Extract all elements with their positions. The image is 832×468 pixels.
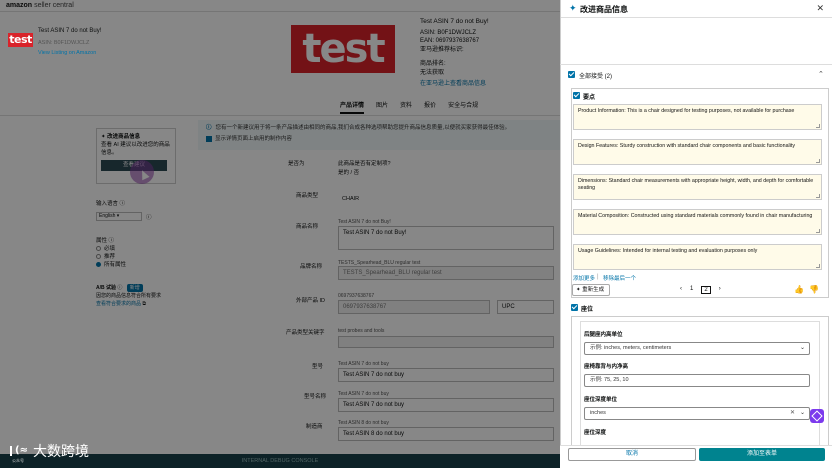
clear-icon: ✕ — [789, 410, 795, 416]
page-2[interactable]: 2 — [701, 286, 711, 294]
bullet-textarea[interactable]: Design Features: Sturdy construction wit… — [573, 139, 822, 165]
chevron-down-icon: ⌄ — [799, 345, 805, 351]
thumbs-up-icon[interactable]: 👍 — [794, 285, 804, 294]
close-icon[interactable]: ✕ — [816, 3, 824, 14]
prev-page-icon[interactable]: ‹ — [680, 286, 682, 294]
seller-central-page: amazon seller central test Test ASIN 7 do… — [0, 0, 560, 468]
field-label: 座位深度单位 — [584, 397, 618, 403]
panel-header: ✦ 改进商品信息 ✕ — [561, 0, 832, 18]
sparkle-icon: ✦ — [569, 3, 577, 13]
panel-title: 改进商品信息 — [580, 5, 628, 14]
remove-last-link[interactable]: 移除最后一个 — [603, 274, 636, 282]
select-all-checkbox[interactable] — [568, 71, 575, 78]
field-label: 后腿座内高单位 — [584, 332, 623, 338]
panel-product-name: Test ASIN 7 do not Buy! — [38, 28, 102, 34]
thumbs-down-icon[interactable]: 👎 — [809, 285, 819, 294]
pagination: ‹ 1 2 › — [680, 286, 721, 294]
cancel-button[interactable]: 取消 — [568, 448, 696, 461]
field-label: 座椅靠背与内净高 — [584, 364, 629, 370]
view-listing-link[interactable]: View Listing on Amazon — [38, 50, 96, 56]
seat-height-unit-select[interactable]: 示例: inches, meters, centimeters ⌄ — [584, 342, 810, 355]
watermark: (≈ 大数跨境 公众号 — [10, 444, 89, 463]
chevron-down-icon: ⌄ — [799, 410, 805, 416]
seat-checkbox[interactable] — [571, 304, 578, 311]
product-thumbnail: test — [8, 33, 33, 47]
bullets-checkbox[interactable] — [573, 92, 580, 99]
bullet-textarea[interactable]: Dimensions: Standard chair measurements … — [573, 174, 822, 200]
bullets-section-title: 要点 — [583, 95, 596, 101]
bullet-textarea[interactable]: Product Information: This is a chair des… — [573, 104, 822, 130]
link-separator: | — [597, 274, 599, 280]
add-more-link[interactable]: 添加更多 — [573, 274, 595, 282]
assistant-fab-icon[interactable] — [810, 409, 824, 423]
field-label: 座位深度 — [584, 430, 607, 436]
panel-asin: ASIN: B0F1DWJCLZ — [38, 40, 90, 46]
modal-overlay[interactable] — [0, 0, 560, 468]
seat-height-input[interactable]: 示例: 75, 25, 10 — [584, 374, 810, 387]
divider — [560, 64, 832, 65]
regenerate-button[interactable]: ✦ 重新生成 — [572, 284, 610, 296]
add-to-form-button[interactable]: 添加至表单 — [699, 448, 825, 461]
bullet-textarea[interactable]: Usage Guidelines: Intended for internal … — [573, 244, 822, 270]
page-1[interactable]: 1 — [690, 286, 693, 294]
chevron-up-icon[interactable]: ⌃ — [818, 70, 824, 78]
bullet-textarea[interactable]: Material Composition: Constructed using … — [573, 209, 822, 235]
seat-section-title: 座位 — [581, 307, 594, 313]
watermark-logo-icon: (≈ — [10, 446, 28, 456]
select-all-label: 全部接受 (2) — [579, 74, 613, 80]
seat-depth-unit-select[interactable]: inches ✕ ⌄ — [584, 407, 810, 420]
next-page-icon[interactable]: › — [719, 286, 721, 294]
